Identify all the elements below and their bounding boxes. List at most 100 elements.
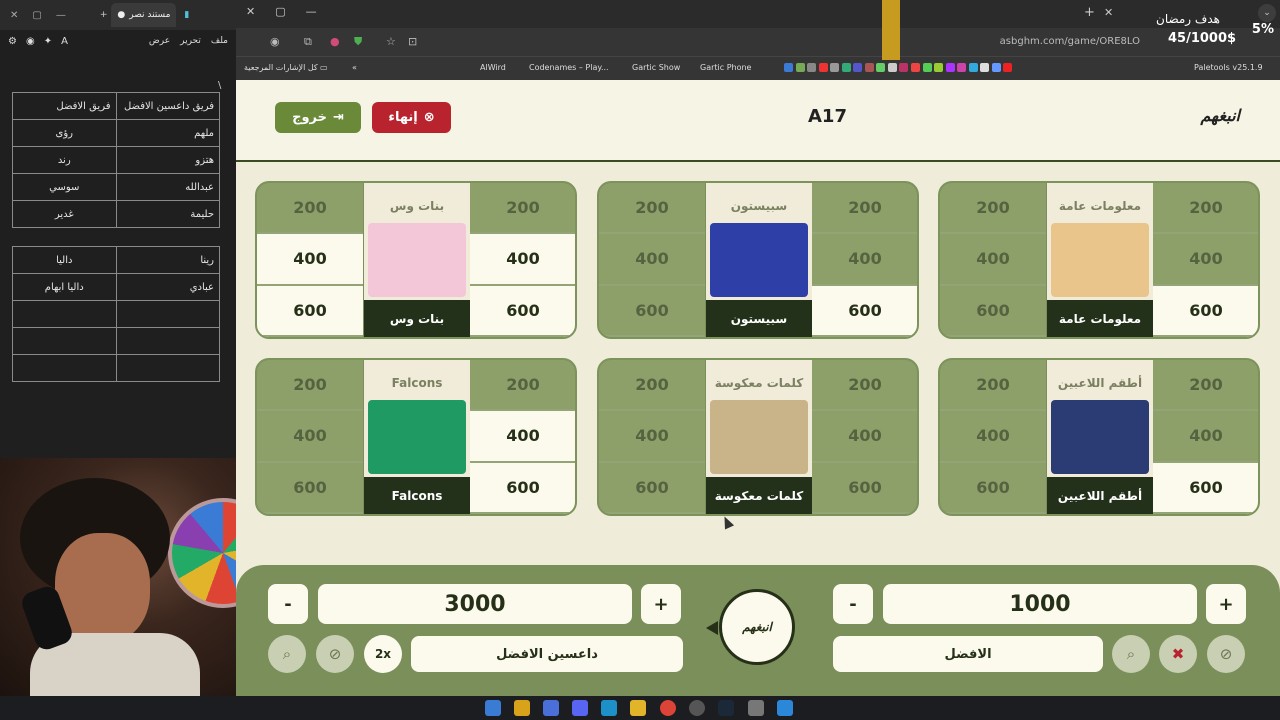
chevron-icon[interactable]: « xyxy=(352,63,357,72)
table-cell[interactable]: هتزو xyxy=(115,146,220,174)
discord-icon[interactable] xyxy=(572,700,588,716)
question-value-button[interactable]: 200 xyxy=(470,183,575,235)
question-value-button[interactable]: 400 xyxy=(812,234,917,286)
table-cell[interactable]: رينا xyxy=(115,246,220,274)
minimize-icon[interactable]: — xyxy=(306,5,317,18)
extension-icon[interactable]: ⧉ xyxy=(304,35,312,49)
left-search-icon[interactable]: ⌕ xyxy=(268,635,306,673)
settings-icon[interactable] xyxy=(748,700,764,716)
question-value-button[interactable]: 600 xyxy=(1153,285,1258,337)
question-value-button[interactable]: 400 xyxy=(1153,411,1258,463)
maximize-icon[interactable]: ▢ xyxy=(275,5,285,18)
question-value-button[interactable]: 400 xyxy=(257,411,363,463)
left-minus-button[interactable]: - xyxy=(268,584,308,624)
question-value-button[interactable]: 200 xyxy=(257,183,363,235)
question-value-button[interactable]: 600 xyxy=(257,462,363,514)
question-value-button[interactable]: 200 xyxy=(940,360,1046,412)
question-value-button[interactable]: 600 xyxy=(1153,462,1258,514)
end-game-button[interactable]: إنهاء ⊗ xyxy=(372,102,451,133)
table-cell[interactable]: عبدالله xyxy=(115,173,220,201)
question-value-button[interactable]: 400 xyxy=(257,234,363,286)
maximize-icon[interactable]: ▢ xyxy=(32,10,41,21)
chrome-icon[interactable] xyxy=(660,700,676,716)
table-header[interactable]: فريق داعسين الافضل xyxy=(115,92,220,120)
app-blue-icon[interactable] xyxy=(543,700,559,716)
question-value-button[interactable]: 400 xyxy=(599,411,705,463)
copilot-icon[interactable]: ✦ xyxy=(44,36,52,47)
question-value-button[interactable]: 200 xyxy=(470,360,575,412)
shield-icon[interactable]: ⛊ xyxy=(354,35,362,49)
table-cell[interactable]: داليا ابهام xyxy=(12,273,117,301)
question-value-button[interactable]: 400 xyxy=(812,411,917,463)
question-value-button[interactable]: 200 xyxy=(257,360,363,412)
right-search-icon[interactable]: ⌕ xyxy=(1112,635,1150,673)
question-value-button[interactable]: 400 xyxy=(940,234,1046,286)
left-plus-button[interactable]: + xyxy=(641,584,681,624)
table-cell[interactable]: سوسي xyxy=(12,173,117,201)
extension-pink-icon[interactable]: ● xyxy=(330,35,340,48)
profile-icon[interactable]: ◉ xyxy=(270,35,280,48)
avatar[interactable]: ◉ xyxy=(26,36,35,47)
steam-icon[interactable] xyxy=(718,700,734,716)
right-minus-button[interactable]: - xyxy=(833,584,873,624)
close-icon[interactable]: ✕ xyxy=(10,10,18,21)
question-value-button[interactable]: 200 xyxy=(599,360,705,412)
game-logo[interactable]: انبغهم xyxy=(1201,106,1240,125)
right-special-icon[interactable]: ✖ xyxy=(1159,635,1197,673)
question-value-button[interactable]: 600 xyxy=(599,285,705,337)
table-cell[interactable]: رؤى xyxy=(12,119,117,147)
site-info-icon[interactable]: ⊡ xyxy=(408,35,417,48)
table-cell[interactable] xyxy=(115,354,220,382)
right-plus-button[interactable]: + xyxy=(1206,584,1246,624)
menu-file[interactable]: ملف xyxy=(211,36,228,46)
app-r-icon[interactable] xyxy=(514,700,530,716)
exit-button[interactable]: خروج ⇥ xyxy=(275,102,361,133)
question-value-button[interactable]: 600 xyxy=(470,462,575,514)
table-cell[interactable]: غدير xyxy=(12,200,117,228)
notepad-tab[interactable]: ● مستند نصر xyxy=(111,3,177,27)
new-tab-icon[interactable]: + xyxy=(100,10,108,20)
question-value-button[interactable]: 400 xyxy=(940,411,1046,463)
minimize-icon[interactable]: — xyxy=(56,10,66,21)
close-icon[interactable]: ✕ xyxy=(246,5,255,18)
question-value-button[interactable]: 600 xyxy=(257,285,363,337)
table-cell[interactable]: داليا xyxy=(12,246,117,274)
menu-view[interactable]: عرض xyxy=(149,36,170,46)
edge-icon[interactable] xyxy=(601,700,617,716)
bookmark-item[interactable]: Gartic Phone xyxy=(700,63,751,72)
table-cell[interactable] xyxy=(12,327,117,355)
question-value-button[interactable]: 400 xyxy=(470,234,575,286)
menu-edit[interactable]: تحرير xyxy=(180,36,201,46)
question-value-button[interactable]: 600 xyxy=(812,462,917,514)
table-header[interactable]: فريق الافضل xyxy=(12,92,117,120)
bookmarks-folder[interactable]: كل الإشارات المرجعية xyxy=(244,63,318,72)
obs-icon[interactable] xyxy=(689,700,705,716)
question-value-button[interactable]: 200 xyxy=(812,183,917,235)
table-cell[interactable]: حليمة xyxy=(115,200,220,228)
table-cell[interactable]: عبادي xyxy=(115,273,220,301)
question-value-button[interactable]: 200 xyxy=(812,360,917,412)
windows-icon[interactable] xyxy=(777,700,793,716)
right-block-icon[interactable]: ⊘ xyxy=(1207,635,1245,673)
question-value-button[interactable]: 600 xyxy=(812,285,917,337)
question-value-button[interactable]: 600 xyxy=(599,462,705,514)
bookmark-star-icon[interactable]: ☆ xyxy=(386,35,396,48)
question-value-button[interactable]: 200 xyxy=(940,183,1046,235)
question-value-button[interactable]: 200 xyxy=(1153,183,1258,235)
gear-icon[interactable]: ⚙ xyxy=(8,36,17,47)
question-value-button[interactable]: 400 xyxy=(470,411,575,463)
question-value-button[interactable]: 400 xyxy=(1153,234,1258,286)
explorer-icon[interactable] xyxy=(630,700,646,716)
tab-close-icon[interactable]: ✕ xyxy=(1104,6,1113,19)
bookmark-item[interactable]: AlWird xyxy=(480,63,506,72)
bookmark-item[interactable]: Gartic Show xyxy=(632,63,680,72)
left-block-icon[interactable]: ⊘ xyxy=(316,635,354,673)
url-bar[interactable]: asbghm.com/game/ORE8LO xyxy=(1000,36,1140,47)
table-cell[interactable] xyxy=(12,300,117,328)
table-cell[interactable] xyxy=(115,327,220,355)
table-cell[interactable]: ملهم xyxy=(115,119,220,147)
question-value-button[interactable]: 600 xyxy=(940,285,1046,337)
multiplier-button[interactable]: 2x xyxy=(364,635,402,673)
files-icon[interactable] xyxy=(485,700,501,716)
question-value-button[interactable]: 400 xyxy=(599,234,705,286)
